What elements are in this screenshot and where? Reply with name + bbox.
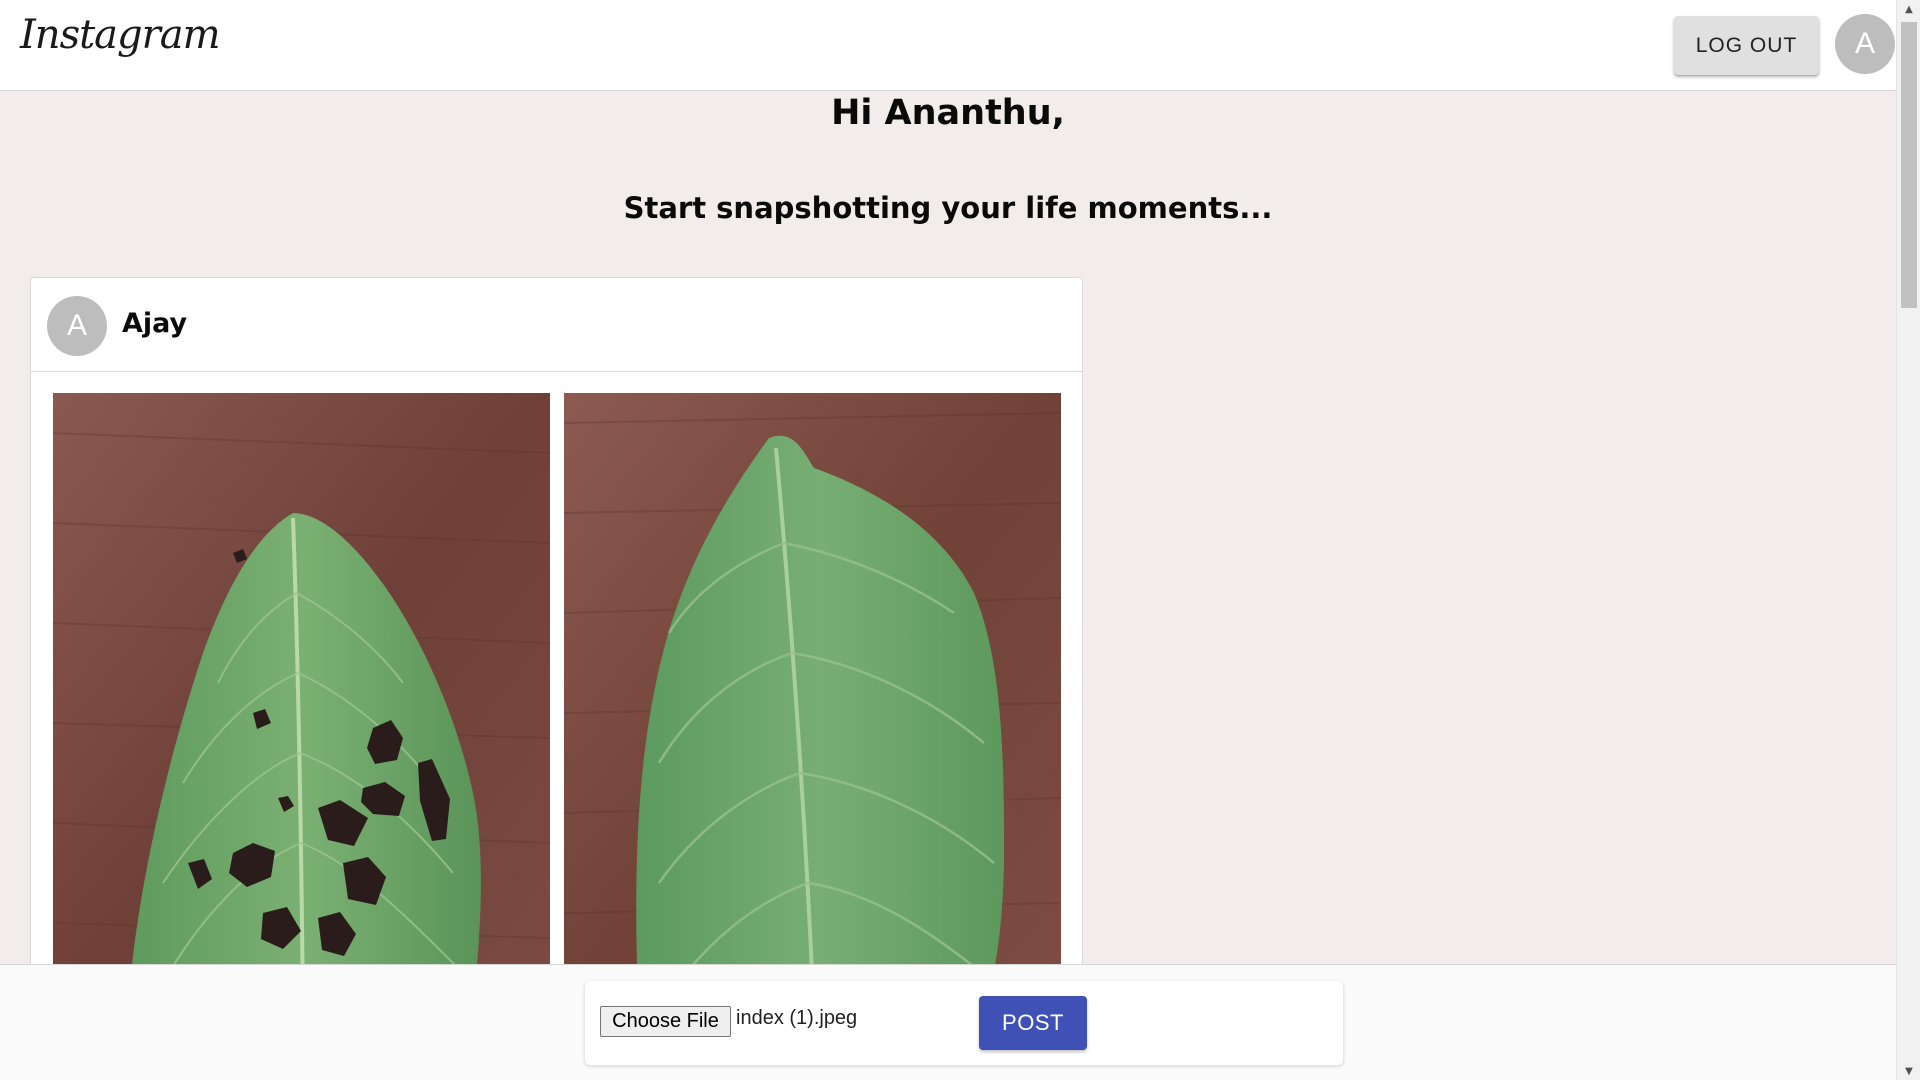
post-button[interactable]: POST bbox=[979, 996, 1087, 1050]
scroll-up-arrow-icon[interactable]: ▲ bbox=[1897, 0, 1920, 18]
selected-file-name: index (1).jpeg bbox=[736, 1007, 858, 1029]
upload-bar: Choose File index (1).jpeg POST bbox=[0, 964, 1896, 1080]
healthy-leaf-image bbox=[564, 393, 1061, 996]
logout-button[interactable]: LOG OUT bbox=[1674, 16, 1819, 75]
page-scrollbar[interactable]: ▲ ▼ bbox=[1896, 0, 1920, 1080]
choose-file-button[interactable]: Choose File bbox=[600, 1006, 731, 1037]
healthy-leaf-graphic bbox=[564, 393, 1061, 996]
scroll-down-arrow-icon[interactable]: ▼ bbox=[1897, 1062, 1920, 1080]
post-author-name[interactable]: Ajay bbox=[122, 308, 187, 339]
instagram-logo[interactable]: Instagram bbox=[20, 12, 221, 58]
leaf-with-holes-image bbox=[53, 393, 550, 996]
tagline-heading: Start snapshotting your life moments... bbox=[623, 191, 1273, 225]
post-author-avatar[interactable]: A bbox=[47, 296, 107, 356]
scrollbar-thumb[interactable] bbox=[1901, 22, 1917, 308]
user-avatar[interactable]: A bbox=[1835, 14, 1895, 74]
app-header: Instagram LOG OUT A bbox=[0, 0, 1896, 91]
leaf-with-holes-graphic bbox=[53, 393, 550, 996]
post-header: A Ajay bbox=[31, 278, 1082, 372]
upload-form: Choose File index (1).jpeg POST bbox=[585, 981, 1343, 1065]
greeting-heading: Hi Ananthu, bbox=[831, 93, 1065, 133]
post-card: A Ajay bbox=[30, 277, 1083, 997]
